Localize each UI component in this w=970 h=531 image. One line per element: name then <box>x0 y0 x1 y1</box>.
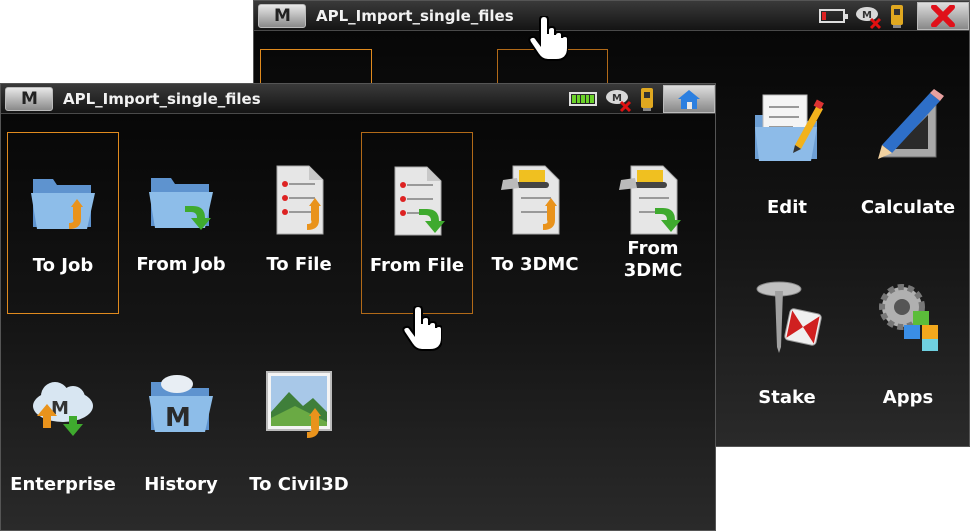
screen: M APL_Import_single_files M Edit Calcula… <box>0 0 970 531</box>
tile-label: From File <box>369 255 465 276</box>
back-titlebar: M APL_Import_single_files M <box>254 1 969 31</box>
close-icon <box>931 5 955 27</box>
front-titlebar: M APL_Import_single_files M <box>1 84 715 114</box>
cloud-sync-icon: M <box>33 382 93 436</box>
tile-from-file[interactable]: From File <box>361 132 473 314</box>
home-button[interactable] <box>663 85 715 113</box>
battery-low-icon <box>819 9 848 23</box>
tile-apps[interactable]: Apps <box>848 273 968 423</box>
tile-history[interactable]: M History <box>125 346 237 506</box>
tile-from-3dmc[interactable]: From 3DMC <box>597 132 709 314</box>
back-status-bar: M <box>819 1 969 31</box>
machine-export-icon <box>619 165 681 235</box>
edit-note-icon <box>755 94 824 161</box>
tile-to-civil3d[interactable]: To Civil3D <box>243 346 355 506</box>
machine-import-icon <box>501 165 560 235</box>
cloud-disconnected-icon: M <box>856 7 882 30</box>
landscape-import-icon <box>266 371 332 438</box>
menu-key-label: M <box>274 5 291 26</box>
svg-text:M: M <box>612 93 622 104</box>
back-menu-button[interactable]: M <box>258 3 306 28</box>
tile-label: History <box>144 474 218 495</box>
tile-label: To Civil3D <box>249 474 349 495</box>
tile-to-file[interactable]: To File <box>243 132 355 314</box>
tile-label: To File <box>266 254 332 275</box>
front-status-bar: M <box>569 84 715 114</box>
tile-calculate[interactable]: Calculate <box>848 83 968 233</box>
tile-label: Apps <box>882 387 934 408</box>
instrument-icon <box>641 88 653 111</box>
tile-enterprise[interactable]: M Enterprise <box>7 346 119 506</box>
home-icon <box>678 90 700 109</box>
back-window-title: APL_Import_single_files <box>316 6 514 25</box>
tile-label: Calculate <box>860 197 956 218</box>
tile-label: From 3DMC <box>623 238 683 281</box>
folder-import-icon <box>31 179 95 229</box>
tile-edit[interactable]: Edit <box>731 83 843 233</box>
battery-full-icon <box>569 92 597 106</box>
tile-label: Enterprise <box>10 474 116 495</box>
gear-apps-icon <box>879 284 938 351</box>
tile-to-3dmc[interactable]: To 3DMC <box>479 132 591 314</box>
hand-pointer-icon <box>402 306 442 351</box>
ruler-pencil-icon <box>878 89 944 159</box>
svg-text:M: M <box>165 403 191 433</box>
tile-label: To 3DMC <box>491 254 579 275</box>
tile-stake[interactable]: Stake <box>731 273 843 423</box>
svg-text:M: M <box>862 10 872 21</box>
front-window-title: APL_Import_single_files <box>63 89 261 108</box>
tile-label: From Job <box>136 254 226 275</box>
tile-label: Stake <box>758 387 816 408</box>
tile-label: To Job <box>32 255 94 276</box>
close-button[interactable] <box>917 2 969 30</box>
folder-export-icon <box>149 178 213 230</box>
file-import-icon <box>276 165 324 235</box>
front-menu-button[interactable]: M <box>5 86 53 111</box>
history-folder-icon: M <box>149 375 213 433</box>
stake-pin-icon <box>756 281 822 353</box>
tile-label: Edit <box>767 197 807 218</box>
tile-to-job[interactable]: To Job <box>7 132 119 314</box>
front-window: M APL_Import_single_files M To Job From … <box>0 83 716 531</box>
file-export-icon <box>394 166 445 236</box>
hand-pointer-icon <box>528 16 568 61</box>
instrument-icon <box>891 5 903 28</box>
tile-from-job[interactable]: From Job <box>125 132 237 314</box>
menu-key-label: M <box>21 88 38 109</box>
cloud-disconnected-icon: M <box>606 90 632 113</box>
